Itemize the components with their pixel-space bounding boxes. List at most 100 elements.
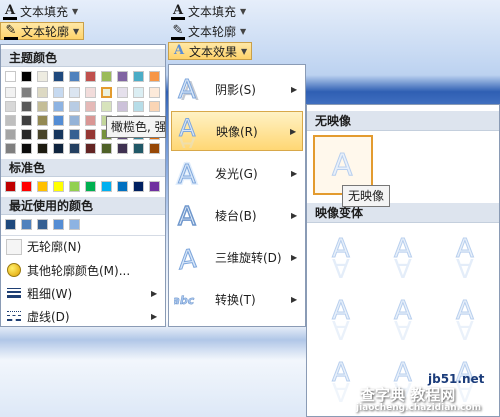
weight-item[interactable]: 粗细(W) ▶: [1, 282, 165, 304]
reflection-variant-option[interactable]: AA: [437, 289, 497, 349]
theme-color-swatch[interactable]: [149, 71, 160, 82]
standard-color-swatch[interactable]: [85, 181, 96, 192]
svg-text:A: A: [178, 160, 196, 188]
theme-shade-swatch[interactable]: [5, 129, 16, 140]
theme-shade-swatch[interactable]: [69, 101, 80, 112]
theme-shade-swatch[interactable]: [37, 87, 48, 98]
theme-shade-swatch[interactable]: [21, 101, 32, 112]
text-fill-label: 文本填充: [20, 4, 69, 19]
theme-shade-swatch[interactable]: [5, 101, 16, 112]
reflection-a-icon: AA: [172, 113, 208, 149]
dropdown-arrow-icon: ▼: [241, 46, 248, 56]
theme-shade-swatch[interactable]: [101, 87, 112, 98]
standard-color-swatch[interactable]: [53, 181, 64, 192]
bevel-label: 棱台(B): [215, 208, 257, 223]
dash-style-icon: [1, 305, 27, 327]
reflection-item[interactable]: AA 映像(R) ▶: [171, 111, 303, 151]
theme-shade-swatch[interactable]: [69, 115, 80, 126]
theme-shade-swatch[interactable]: [53, 143, 64, 154]
standard-color-swatch[interactable]: [37, 181, 48, 192]
theme-shade-swatch[interactable]: [5, 87, 16, 98]
theme-shade-swatch[interactable]: [133, 87, 144, 98]
theme-shade-swatch[interactable]: [149, 143, 160, 154]
theme-color-swatch[interactable]: [37, 71, 48, 82]
shadow-label: 阴影(S): [215, 82, 256, 97]
theme-color-swatch[interactable]: [53, 71, 64, 82]
theme-shade-swatch[interactable]: [85, 101, 96, 112]
theme-shade-swatch[interactable]: [117, 87, 128, 98]
theme-shade-swatch[interactable]: [37, 129, 48, 140]
theme-shade-swatch[interactable]: [85, 143, 96, 154]
glow-item[interactable]: AA 发光(G) ▶: [171, 153, 303, 193]
theme-color-swatch[interactable]: [69, 71, 80, 82]
theme-shade-swatch[interactable]: [21, 143, 32, 154]
no-outline-item[interactable]: 无轮廓(N): [1, 235, 165, 257]
standard-color-swatch[interactable]: [69, 181, 80, 192]
theme-color-swatch[interactable]: [101, 71, 112, 82]
standard-color-swatch[interactable]: [149, 181, 160, 192]
text-outline-button[interactable]: ✎ 文本轮廓 ▼: [0, 22, 84, 40]
reflection-variant-option[interactable]: AA: [437, 227, 497, 287]
theme-shade-swatch[interactable]: [85, 87, 96, 98]
transform-item[interactable]: abc 转换(T) ▶: [171, 279, 303, 319]
text-fill-button[interactable]: A 文本填充 ▼: [0, 2, 84, 20]
theme-shade-swatch[interactable]: [69, 87, 80, 98]
standard-color-swatch[interactable]: [21, 181, 32, 192]
svg-text:A: A: [394, 252, 412, 282]
recent-color-swatch[interactable]: [21, 219, 32, 230]
recent-color-swatch[interactable]: [37, 219, 48, 230]
reflection-gallery: 无映像 A 映像变体 AAAAAAAAAAAAAAAAAA: [306, 104, 500, 417]
theme-color-swatch[interactable]: [5, 71, 16, 82]
3d-rotation-item[interactable]: A 三维旋转(D) ▶: [171, 237, 303, 277]
reflection-variant-option[interactable]: AA: [375, 227, 435, 287]
theme-shade-swatch[interactable]: [149, 87, 160, 98]
theme-shade-swatch[interactable]: [149, 101, 160, 112]
standard-color-swatch[interactable]: [101, 181, 112, 192]
reflection-variant-option[interactable]: AA: [375, 289, 435, 349]
line-weight-icon: [1, 282, 27, 304]
theme-shade-swatch[interactable]: [117, 101, 128, 112]
dashes-label: 虚线(D): [27, 309, 70, 324]
standard-color-swatch[interactable]: [117, 181, 128, 192]
theme-shade-swatch[interactable]: [37, 143, 48, 154]
recent-color-swatch[interactable]: [5, 219, 16, 230]
bevel-item[interactable]: A 棱台(B) ▶: [171, 195, 303, 235]
theme-shade-swatch[interactable]: [53, 87, 64, 98]
theme-shade-swatch[interactable]: [53, 101, 64, 112]
theme-shade-swatch[interactable]: [133, 101, 144, 112]
text-fill-button-2[interactable]: A 文本填充 ▼: [168, 2, 252, 20]
theme-shade-swatch[interactable]: [69, 143, 80, 154]
theme-color-swatch[interactable]: [117, 71, 128, 82]
theme-shade-swatch[interactable]: [117, 143, 128, 154]
theme-shade-swatch[interactable]: [53, 129, 64, 140]
recent-color-swatch[interactable]: [53, 219, 64, 230]
theme-shade-swatch[interactable]: [53, 115, 64, 126]
reflection-variant-option[interactable]: AA: [313, 289, 373, 349]
shadow-item[interactable]: AA 阴影(S) ▶: [171, 69, 303, 109]
standard-color-swatch[interactable]: [5, 181, 16, 192]
more-outline-colors-item[interactable]: 其他轮廓颜色(M)...: [1, 259, 165, 281]
theme-color-swatch[interactable]: [21, 71, 32, 82]
theme-shade-swatch[interactable]: [5, 115, 16, 126]
dashes-item[interactable]: 虚线(D) ▶: [1, 305, 165, 327]
theme-shade-swatch[interactable]: [133, 143, 144, 154]
standard-color-swatch[interactable]: [133, 181, 144, 192]
text-effects-button[interactable]: A 文本效果 ▼: [168, 42, 252, 60]
theme-shade-swatch[interactable]: [21, 87, 32, 98]
theme-shade-swatch[interactable]: [85, 115, 96, 126]
theme-color-swatch[interactable]: [85, 71, 96, 82]
theme-shade-swatch[interactable]: [37, 115, 48, 126]
theme-shade-swatch[interactable]: [37, 101, 48, 112]
theme-shade-swatch[interactable]: [21, 115, 32, 126]
theme-color-swatch[interactable]: [133, 71, 144, 82]
theme-shade-swatch[interactable]: [85, 129, 96, 140]
recent-color-swatch[interactable]: [69, 219, 80, 230]
theme-shade-swatch[interactable]: [101, 101, 112, 112]
text-outline-button-2[interactable]: ✎ 文本轮廓 ▼: [168, 22, 252, 40]
theme-shade-swatch[interactable]: [5, 143, 16, 154]
theme-shade-swatch[interactable]: [101, 143, 112, 154]
theme-shade-swatch[interactable]: [21, 129, 32, 140]
theme-shade-swatch[interactable]: [69, 129, 80, 140]
reflection-variant-option[interactable]: AA: [313, 227, 373, 287]
more-colors-label: 其他轮廓颜色(M)...: [27, 263, 131, 278]
